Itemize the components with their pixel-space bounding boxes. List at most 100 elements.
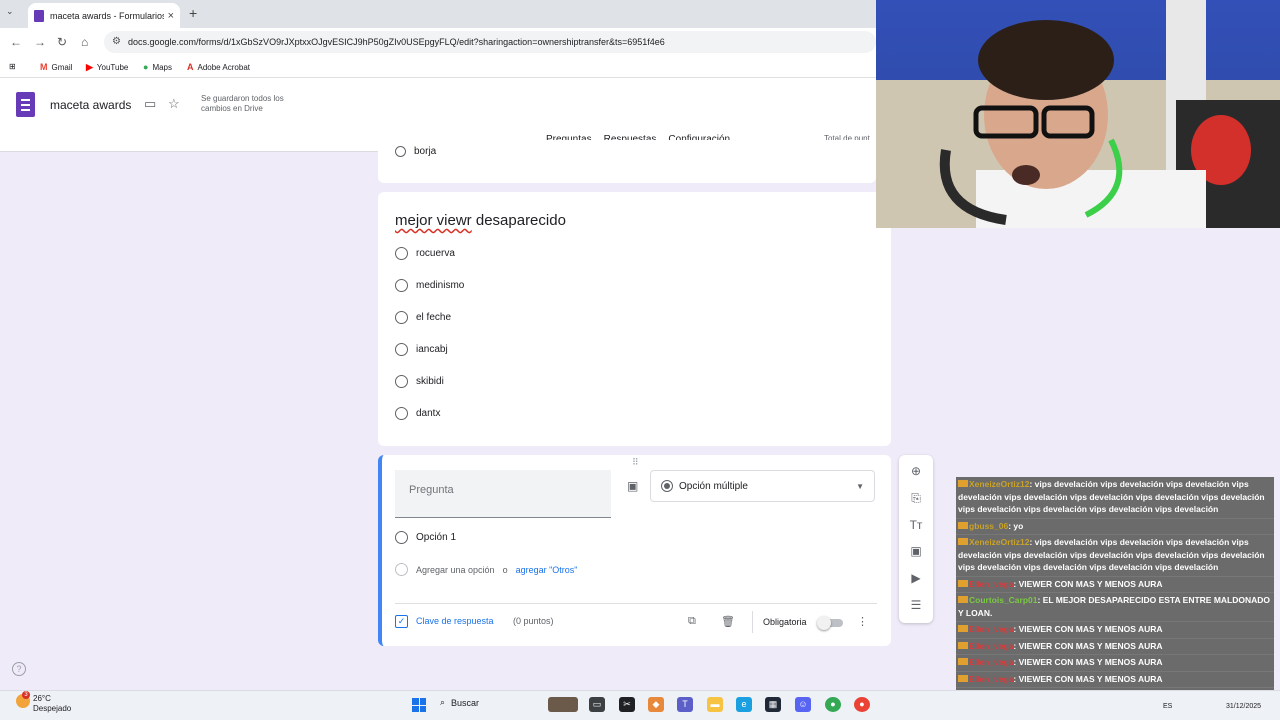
new-tab-icon[interactable]: + (189, 5, 197, 21)
radio-icon (395, 531, 408, 544)
radio-checked-icon (661, 480, 673, 492)
bookmark-maps[interactable]: ● Maps (143, 62, 172, 72)
radio-icon[interactable] (395, 343, 408, 356)
chat-username: gbuss_06 (969, 520, 1009, 531)
webcam-overlay (876, 0, 1280, 228)
radio-icon[interactable] (395, 279, 408, 292)
chat-username: XeneizeOrtiz12 (969, 537, 1030, 547)
edge-icon[interactable]: e (736, 697, 752, 712)
tab-search-icon[interactable]: ⌄ (6, 6, 14, 17)
reload-icon[interactable]: ↻ (57, 35, 67, 49)
capcut-icon[interactable]: ✂ (619, 697, 635, 712)
teams-icon[interactable]: T (677, 697, 693, 712)
forward-icon[interactable]: → (34, 35, 46, 49)
back-icon[interactable]: ← (10, 35, 22, 49)
chrome-icon[interactable]: ● (825, 697, 841, 712)
required-toggle[interactable] (817, 616, 843, 630)
bookmark-youtube[interactable]: ▶ YouTube (86, 62, 128, 73)
browser-tab-active[interactable]: maceta awards - Formularios d × (28, 3, 180, 28)
add-video-icon[interactable]: ▶ (899, 571, 933, 585)
home-icon[interactable]: ⌂ (81, 35, 88, 49)
add-image-icon[interactable]: ▣ (899, 544, 933, 558)
duplicate-icon[interactable]: ⧉ (688, 615, 696, 628)
dropdown-arrow-icon: ▼ (856, 481, 864, 491)
radio-icon[interactable] (395, 146, 406, 157)
discord-icon[interactable]: ☺ (795, 697, 811, 712)
trash-icon[interactable]: 🗑 (721, 615, 735, 628)
drag-handle-icon[interactable]: ⠿ (632, 457, 640, 468)
editing-question-card[interactable]: ⠿ Pregunta ▣ Opción múltiple ▼ Opción 1 … (378, 455, 891, 646)
answer-key-link[interactable]: Clave de respuesta (416, 616, 494, 626)
weather-widget[interactable]: 26°C Despejado (33, 694, 71, 714)
language-indicator[interactable]: ES (1163, 703, 1172, 710)
option-item[interactable]: Opción 1 (395, 531, 456, 544)
answer-key-icon[interactable]: ✓ (395, 615, 408, 628)
chat-username: Ellen_vega (969, 657, 1014, 667)
folder-icon[interactable]: ▭ (144, 96, 156, 112)
add-other-link[interactable]: agregar "Otros" (516, 565, 578, 575)
tab-close-icon[interactable]: × (168, 10, 174, 22)
add-image-icon[interactable]: ▣ (627, 479, 638, 493)
star-icon[interactable]: ☆ (168, 96, 180, 112)
radio-icon[interactable] (395, 247, 408, 260)
option-item[interactable]: medinismo (395, 279, 464, 292)
radio-icon[interactable] (395, 375, 408, 388)
store-icon[interactable]: ▦ (765, 697, 781, 712)
more-options-icon[interactable]: ⋮ (857, 615, 868, 628)
option-item[interactable]: rocuerva (395, 247, 455, 260)
import-questions-icon[interactable]: ⎘ (899, 491, 933, 506)
question-type-select[interactable]: Opción múltiple ▼ (650, 470, 875, 502)
taskbar-search[interactable]: ⌕ Buscar (440, 697, 479, 708)
chat-text: : VIEWER CON MAS Y MENOS AURA (1013, 578, 1163, 589)
clock-date[interactable]: 31/12/2025 (1226, 703, 1261, 710)
search-icon: ⌕ (440, 697, 446, 707)
question-card[interactable]: mejor viewr desaparecido rocuerva medini… (378, 192, 891, 446)
help-icon[interactable]: ? (12, 662, 26, 676)
chat-text: : VIEWER CON MAS Y MENOS AURA (1013, 624, 1163, 634)
chat-message: Ellen_vega: VIEWER CON MAS Y MENOS AURA (956, 622, 1274, 639)
divider (752, 611, 753, 633)
user-badge-icon (958, 674, 968, 682)
chat-message: Ellen_vega: VIEWER CON MAS Y MENOS AURA (956, 672, 1274, 688)
radio-icon[interactable] (395, 311, 408, 324)
divider (395, 603, 877, 604)
add-option-row: Agregar una opción o agregar "Otros" (395, 563, 578, 576)
option-item[interactable]: iancabj (395, 343, 448, 356)
option-item[interactable]: skibidi (395, 375, 444, 388)
save-status: Se guardaron todos los cambios en Drive (201, 94, 284, 113)
copilot-app-icon[interactable]: ◆ (648, 697, 664, 712)
chat-text: : VIEWER CON MAS Y MENOS AURA (1013, 640, 1163, 651)
terminal-icon[interactable]: ▭ (589, 697, 605, 712)
stream-chat: XeneizeOrtiz12: vips develación vips dev… (956, 477, 1274, 703)
add-question-icon[interactable]: ⊕ (899, 464, 933, 478)
address-bar[interactable]: ⚙ docs.google.com/forms/d/1xGbSzVO9rJXpt… (104, 31, 876, 53)
acrobat-icon: A (187, 62, 194, 72)
question-input[interactable]: Pregunta (395, 470, 611, 518)
webcam-image (876, 0, 1280, 228)
option-item[interactable]: dantx (395, 407, 440, 420)
bookmarks-bar: ⊞ M Gmail ▶ YouTube ● Maps A Adobe Acrobat (0, 56, 876, 78)
site-info-icon[interactable]: ⚙ (112, 31, 121, 53)
obs-icon[interactable]: ● (854, 697, 870, 712)
forms-logo-icon[interactable] (16, 92, 35, 117)
copilot-icon[interactable] (548, 697, 578, 712)
question-title: mejor viewr desaparecido (395, 212, 566, 229)
chat-message: XeneizeOrtiz12: vips develación vips dev… (956, 535, 1274, 577)
start-icon[interactable] (412, 698, 426, 712)
add-title-icon[interactable]: Tт (899, 518, 933, 532)
file-explorer-icon[interactable]: ▬ (707, 697, 723, 712)
add-section-icon[interactable]: ☰ (899, 598, 933, 612)
add-option-link[interactable]: Agregar una opción (416, 565, 495, 575)
radio-icon[interactable] (395, 407, 408, 420)
form-title[interactable]: maceta awards (50, 98, 131, 112)
option-item[interactable]: el feche (395, 311, 451, 324)
user-badge-icon (958, 596, 968, 603)
apps-icon[interactable]: ⊞ (9, 62, 16, 71)
chat-username: Courtois_Carp01 (969, 595, 1038, 605)
bookmark-acrobat[interactable]: A Adobe Acrobat (187, 62, 250, 72)
chat-text: : VIEWER CON MAS Y MENOS AURA (1013, 673, 1163, 684)
bookmark-gmail[interactable]: M Gmail (40, 62, 72, 72)
user-badge-icon (958, 538, 968, 545)
previous-question-card[interactable]: borja (378, 140, 876, 183)
required-label: Obligatoria (763, 617, 807, 627)
